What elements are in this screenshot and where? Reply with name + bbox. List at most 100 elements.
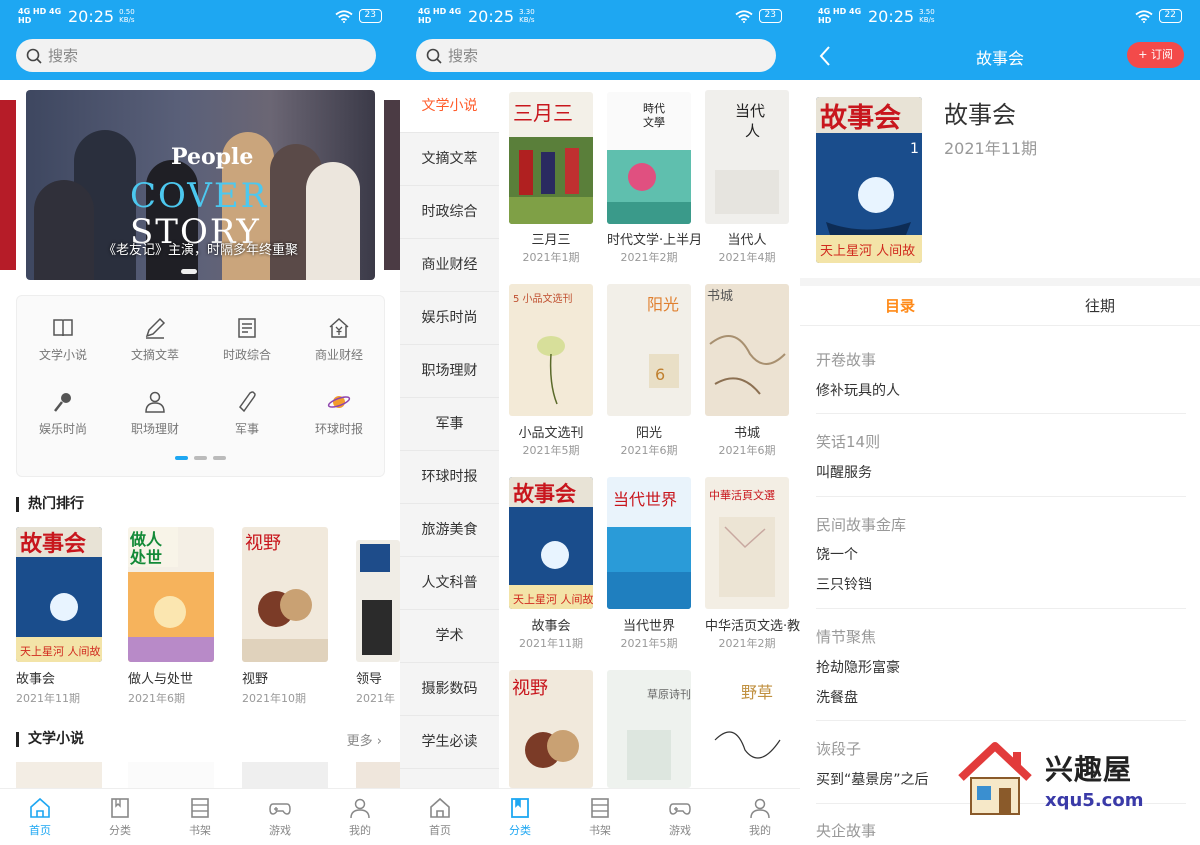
toc-article[interactable]: 买到“墓景房”之后	[816, 769, 929, 789]
tab-home[interactable]: 首页	[400, 789, 480, 845]
book-title[interactable]: 故事会	[16, 668, 55, 687]
book-title[interactable]: 当代世界	[607, 615, 691, 634]
book-title[interactable]: 书城	[705, 422, 789, 441]
sidebar-item-photography[interactable]: 摄影数码	[400, 663, 499, 716]
tab-contents[interactable]: 目录	[800, 295, 1000, 316]
sidebar-item-science[interactable]: 人文科普	[400, 557, 499, 610]
category-item-literature[interactable]: 文学小说	[17, 316, 109, 363]
book-cover-xiaopin[interactable]: 5 小品文选刊	[509, 284, 593, 416]
sidebar-item-literature[interactable]: 文学小说	[400, 80, 499, 133]
subscribe-button[interactable]: + 订阅	[1127, 42, 1184, 68]
network-speed: 3.30 KB/s	[519, 8, 535, 24]
network-indicator: 4G HD 4G HD	[818, 7, 862, 25]
category-item-entertainment[interactable]: 娱乐时尚	[17, 390, 109, 437]
toc-article[interactable]: 三只铃铛	[816, 574, 872, 594]
book-cover-shucheng[interactable]: 书城	[705, 284, 789, 416]
svg-text:故事会: 故事会	[820, 103, 901, 134]
search-input[interactable]: 搜索	[416, 39, 776, 72]
tab-bookshelf[interactable]: 书架	[560, 789, 640, 845]
sidebar-item-travel-food[interactable]: 旅游美食	[400, 504, 499, 557]
svg-text:三月三: 三月三	[513, 101, 573, 125]
book-cover-yangguang[interactable]: 阳光 6	[607, 284, 691, 416]
book-title[interactable]: 视野	[242, 668, 268, 687]
book-cover-gushihui[interactable]: 故事会 天上星河 人间故	[16, 527, 102, 662]
gamepad-icon	[269, 803, 291, 815]
book-title[interactable]: 当代人	[705, 229, 789, 248]
book-title[interactable]: 故事会	[509, 615, 593, 634]
book-cover-zuoren[interactable]: 做人 处世	[128, 527, 214, 662]
book-title[interactable]: 小品文选刊	[509, 422, 593, 441]
category-item-military[interactable]: 军事	[201, 390, 293, 437]
book-title[interactable]: 时代文学·上半月	[607, 229, 702, 248]
book-cover-peek[interactable]	[242, 762, 328, 788]
sidebar-item-student[interactable]: 学生必读	[400, 716, 499, 769]
search-input[interactable]: 搜索	[16, 39, 376, 72]
category-item-career[interactable]: 职场理财	[109, 390, 201, 437]
more-link[interactable]: 更多 ›	[347, 730, 382, 749]
svg-text:当代世界: 当代世界	[613, 490, 677, 509]
book-cover-lingdao[interactable]	[356, 540, 400, 662]
tab-games[interactable]: 游戏	[640, 789, 720, 845]
book-cover-gushihui[interactable]: 故事会 天上星河 人间故	[509, 477, 593, 609]
book-title[interactable]: 做人与处世	[128, 668, 193, 687]
sidebar-item-academic[interactable]: 学术	[400, 610, 499, 663]
sidebar-item-career[interactable]: 职场理财	[400, 345, 499, 398]
book-cover-shiye[interactable]: 视野	[242, 527, 328, 662]
banner-carousel[interactable]: People COVER STORY 《老友记》主演，时隔多年终重聚	[26, 90, 375, 280]
book-issue: 2021年4期	[718, 251, 776, 264]
book-cover-peek[interactable]	[128, 762, 214, 788]
toc-article[interactable]: 叫醒服务	[816, 462, 872, 482]
book-cover-shiye[interactable]: 视野	[509, 670, 593, 788]
tab-games[interactable]: 游戏	[240, 789, 320, 845]
tab-profile[interactable]: 我的	[320, 789, 400, 845]
sidebar-item-digest[interactable]: 文摘文萃	[400, 133, 499, 186]
book-cover-dangdai-shijie[interactable]: 当代世界	[607, 477, 691, 609]
book-cover-peek[interactable]	[16, 762, 102, 788]
toc-article[interactable]: 修补玩具的人	[816, 380, 900, 400]
tab-profile[interactable]: 我的	[720, 789, 800, 845]
category-item-politics[interactable]: 时政综合	[201, 316, 293, 363]
book-issue: 2021年6期	[718, 444, 776, 457]
book-cover-peek[interactable]: 野草	[705, 670, 789, 788]
toc-article[interactable]: 洗餐盘	[816, 687, 858, 707]
sidebar-item-global-times[interactable]: 环球时报	[400, 451, 499, 504]
category-item-business[interactable]: 商业财经	[293, 316, 385, 363]
sidebar-item-entertainment[interactable]: 娱乐时尚	[400, 292, 499, 345]
toc-section: 诙段子	[816, 740, 862, 758]
book-cover-shidai-wenxue[interactable]: 時代 文學	[607, 92, 691, 224]
category-item-global-times[interactable]: 环球时报	[293, 390, 385, 437]
user-icon	[350, 798, 370, 819]
tab-category[interactable]: 分类	[80, 789, 160, 845]
sidebar-item-politics[interactable]: 时政综合	[400, 186, 499, 239]
banner-caption: 《老友记》主演，时隔多年终重聚	[102, 243, 298, 258]
svg-text:1: 1	[910, 141, 919, 157]
toc-article[interactable]: 抢劫隐形富豪	[816, 657, 900, 677]
tab-past-issues[interactable]: 往期	[1000, 295, 1200, 316]
book-title[interactable]: 阳光	[607, 422, 691, 441]
book-title[interactable]: 领导	[356, 668, 382, 687]
svg-text:時代: 時代	[643, 102, 665, 115]
book-issue: 2021年11期	[519, 637, 583, 650]
battery-indicator: 23	[358, 9, 382, 23]
banner-prev-peek[interactable]	[0, 100, 16, 270]
book-title[interactable]: 三月三	[509, 229, 593, 248]
book-cover-gushihui[interactable]: 故事会 1 天上星河 人间故	[816, 97, 922, 263]
toc-article[interactable]: 饶一个	[816, 544, 858, 564]
banner-next-peek[interactable]	[384, 100, 400, 270]
tab-bookshelf[interactable]: 书架	[160, 789, 240, 845]
document-icon	[238, 318, 256, 338]
book-cover-peek[interactable]	[356, 762, 400, 788]
category-item-digest[interactable]: 文摘文萃	[109, 316, 201, 363]
tab-home[interactable]: 首页	[0, 789, 80, 845]
svg-text:阳光: 阳光	[647, 295, 679, 314]
sidebar-item-military[interactable]: 军事	[400, 398, 499, 451]
tab-category[interactable]: 分类	[480, 789, 560, 845]
book-cover-dangdairen[interactable]: 当代人	[705, 90, 789, 224]
book-cover-sanyuesan[interactable]: 三月三	[509, 92, 593, 224]
watermark-url: xqu5.com	[1045, 790, 1144, 811]
book-cover-peek[interactable]: 草原诗刊	[607, 670, 691, 788]
book-cover-zhonghua[interactable]: 中華活頁文選	[705, 477, 789, 609]
book-title[interactable]: 中华活页文选·教	[705, 615, 800, 634]
magazine-detail-screen: 4G HD 4G HD 20:25 3.50 KB/s 22 故事会 + 订阅 故…	[800, 0, 1200, 845]
sidebar-item-business[interactable]: 商业财经	[400, 239, 499, 292]
